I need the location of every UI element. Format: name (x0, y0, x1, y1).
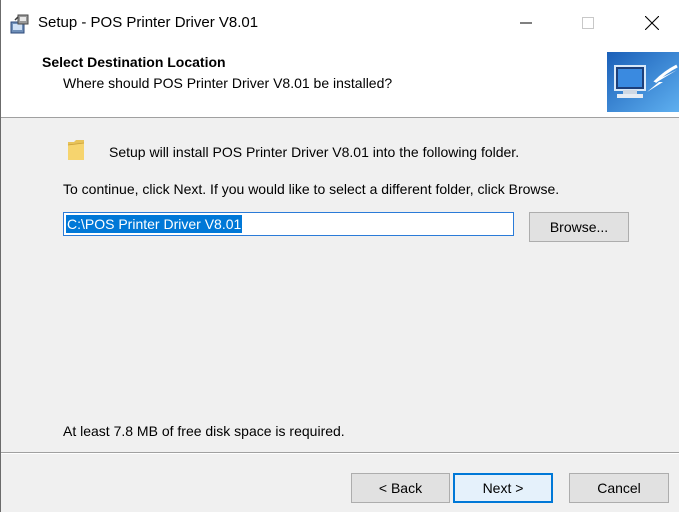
wizard-header: Select Destination Location Where should… (1, 46, 679, 118)
destination-path-value[interactable]: C:\POS Printer Driver V8.01 (66, 215, 243, 233)
window-title: Setup - POS Printer Driver V8.01 (38, 14, 259, 31)
minimize-icon[interactable] (503, 0, 549, 46)
folder-icon (67, 139, 85, 161)
title-bar[interactable]: Setup - POS Printer Driver V8.01 (1, 0, 679, 46)
page-title: Select Destination Location (42, 54, 226, 70)
destination-path-input[interactable]: C:\POS Printer Driver V8.01 (63, 212, 514, 236)
maximize-icon[interactable] (565, 0, 611, 46)
close-icon[interactable] (629, 0, 675, 46)
computer-install-arrow-icon (607, 52, 679, 112)
next-button[interactable]: Next > (453, 473, 553, 503)
setup-window: Setup - POS Printer Driver V8.01 Select … (0, 0, 679, 512)
setup-installer-icon (9, 13, 31, 35)
back-button[interactable]: < Back (351, 473, 450, 503)
footer-divider (1, 452, 679, 454)
continue-instructions: To continue, click Next. If you would li… (63, 181, 560, 197)
page-subtitle: Where should POS Printer Driver V8.01 be… (63, 75, 393, 91)
cancel-button[interactable]: Cancel (569, 473, 669, 503)
disk-space-requirement: At least 7.8 MB of free disk space is re… (63, 423, 345, 439)
install-intro-text: Setup will install POS Printer Driver V8… (109, 144, 520, 160)
browse-button[interactable]: Browse... (529, 212, 629, 242)
